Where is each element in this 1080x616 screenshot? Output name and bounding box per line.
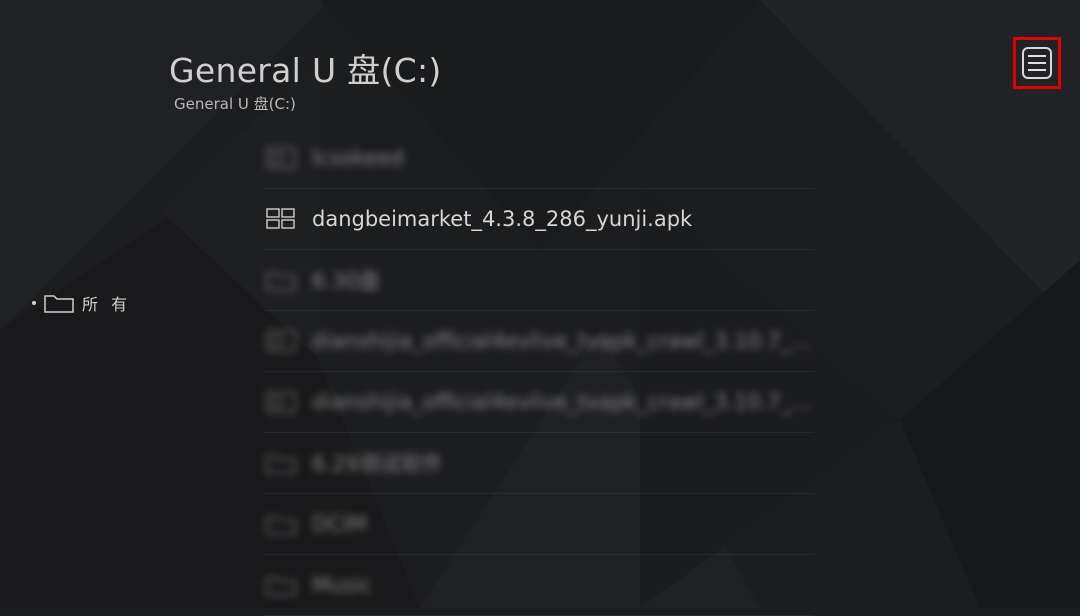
list-item[interactable]: 6.29测试软件: [264, 433, 814, 494]
list-item[interactable]: dianshijia_official4evlive_tvapk_crawl_3…: [264, 311, 814, 372]
file-name: Music: [312, 573, 372, 597]
page-title: General U 盘(C:): [169, 51, 442, 90]
list-item[interactable]: Music: [264, 555, 814, 616]
list-item[interactable]: 6.30盘: [264, 250, 814, 311]
sidebar-item-label: 所 有: [82, 295, 132, 314]
file-name: dianshijia_official4evlive_tvapk_crawl_3…: [312, 390, 812, 414]
file-list: lcsokeed dangbeimarket_4.3.8_286_yunji.a…: [264, 128, 814, 616]
document-icon: [266, 147, 296, 169]
file-name: 6.30盘: [312, 269, 380, 293]
folder-icon: [44, 295, 74, 313]
file-name: DCIM: [312, 512, 368, 536]
list-item[interactable]: dangbeimarket_4.3.8_286_yunji.apk: [264, 189, 814, 250]
folder-icon: [266, 577, 296, 596]
file-name: lcsokeed: [312, 146, 404, 170]
document-icon: [266, 330, 296, 352]
document-icon: [266, 391, 296, 413]
list-item[interactable]: DCIM: [264, 494, 814, 555]
menu-button[interactable]: [1013, 37, 1061, 89]
file-name: dangbeimarket_4.3.8_286_yunji.apk: [312, 207, 693, 231]
menu-icon: [1022, 47, 1052, 79]
list-item[interactable]: lcsokeed: [264, 128, 814, 189]
folder-icon: [266, 516, 296, 535]
breadcrumb: General U 盘(C:): [174, 95, 296, 113]
selected-indicator: [32, 301, 36, 305]
apk-icon: [266, 208, 295, 229]
folder-icon: [266, 455, 296, 474]
list-item[interactable]: dianshijia_official4evlive_tvapk_crawl_3…: [264, 372, 814, 433]
file-name: dianshijia_official4evlive_tvapk_crawl_3…: [312, 329, 812, 353]
file-name: 6.29测试软件: [312, 452, 443, 476]
folder-icon: [266, 272, 296, 291]
sidebar-item-all[interactable]: 所 有: [32, 291, 131, 315]
